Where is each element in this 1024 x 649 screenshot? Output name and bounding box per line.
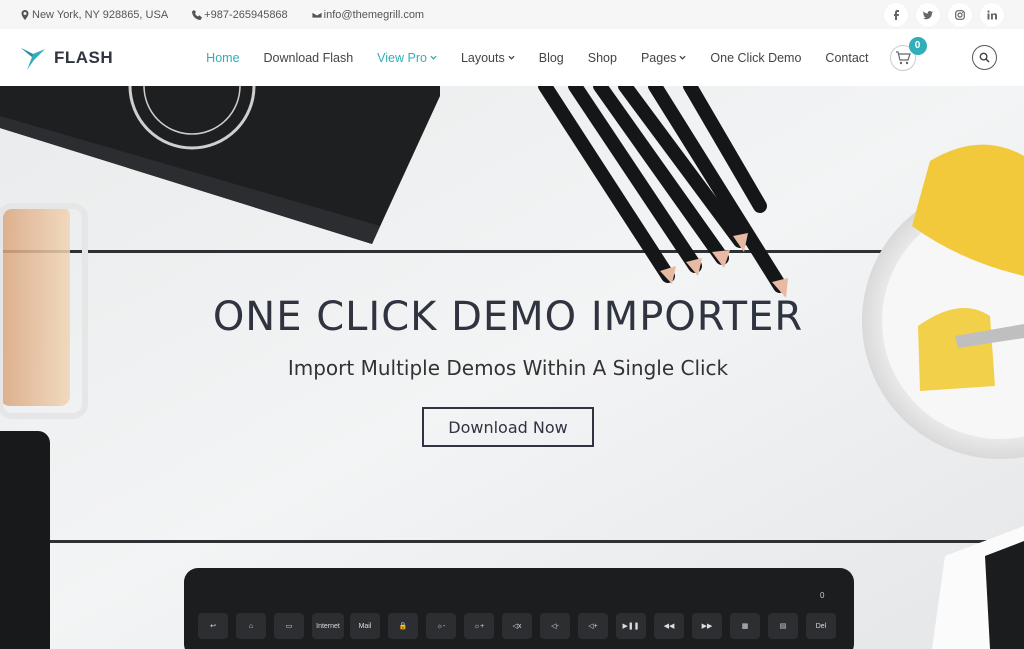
hero-title: ONE CLICK DEMO IMPORTER bbox=[212, 294, 804, 340]
nav-item-pages[interactable]: Pages bbox=[640, 50, 687, 65]
search-icon bbox=[979, 52, 990, 63]
nav-label: Pages bbox=[640, 50, 677, 65]
nav-item-contact[interactable]: Contact bbox=[825, 51, 868, 65]
address-item: New York, NY 928865, USA bbox=[20, 9, 168, 21]
instagram-icon[interactable] bbox=[948, 2, 972, 27]
keyboard-key: ☼- bbox=[426, 613, 456, 639]
linkedin-icon[interactable] bbox=[980, 2, 1004, 27]
nav-item-layouts[interactable]: Layouts bbox=[461, 51, 515, 65]
twitter-icon[interactable] bbox=[916, 2, 940, 27]
keyboard-key: ☼+ bbox=[464, 613, 494, 639]
keyboard-key: ▶▶ bbox=[692, 613, 722, 639]
nav-label: Blog bbox=[538, 50, 564, 65]
download-now-button[interactable]: Download Now bbox=[422, 407, 594, 447]
search-button[interactable] bbox=[972, 45, 997, 70]
nav-label: View Pro bbox=[377, 50, 427, 65]
keyboard-key: ⌂ bbox=[236, 613, 266, 639]
nav-item-one-click-demo[interactable]: One Click Demo bbox=[710, 51, 801, 65]
keyboard-status-label: 0 bbox=[820, 591, 825, 600]
chevron-down-icon bbox=[430, 55, 437, 60]
nav-label: Shop bbox=[587, 50, 617, 65]
hero-banner: ONE CLICK DEMO IMPORTER Import Multiple … bbox=[0, 86, 1024, 649]
keyboard-key: ◀◀ bbox=[654, 613, 684, 639]
nav-label: Home bbox=[206, 50, 240, 65]
email-text[interactable]: info@themegrill.com bbox=[324, 9, 424, 21]
keyboard-key: ▤ bbox=[768, 613, 798, 639]
envelope-icon bbox=[311, 11, 322, 18]
nav-item-download-flash[interactable]: Download Flash bbox=[264, 51, 354, 65]
nav-label: Layouts bbox=[460, 50, 505, 65]
keyboard-key: ↩ bbox=[198, 613, 228, 639]
keyboard-key: ▶❚❚ bbox=[616, 613, 646, 639]
keyboard-key: ▦ bbox=[730, 613, 760, 639]
keyboard-key: ◁+ bbox=[578, 613, 608, 639]
nav-label: One Click Demo bbox=[710, 50, 802, 65]
nav-item-shop[interactable]: Shop bbox=[588, 51, 617, 65]
phone-icon bbox=[192, 9, 203, 20]
cart-icon bbox=[895, 50, 911, 64]
keyboard-key: ◁x bbox=[502, 613, 532, 639]
hero-subtitle: Import Multiple Demos Within A Single Cl… bbox=[287, 356, 729, 380]
email-item[interactable]: info@themegrill.com bbox=[311, 9, 424, 21]
phone-item: +987-265945868 bbox=[192, 9, 288, 21]
map-marker-icon bbox=[21, 9, 29, 20]
nav-label: Contact bbox=[825, 50, 869, 65]
contact-info: New York, NY 928865, USA +987-265945868 … bbox=[20, 9, 424, 21]
social-links bbox=[884, 2, 1004, 27]
main-nav: Home Download Flash View Pro Layouts Blo… bbox=[206, 36, 927, 71]
keyboard-key-del: Del bbox=[806, 613, 836, 639]
chevron-down-icon bbox=[508, 55, 515, 60]
nav-label: Download Flash bbox=[263, 50, 354, 65]
top-bar: New York, NY 928865, USA +987-265945868 … bbox=[0, 0, 1024, 29]
keyboard-key: 🔒 bbox=[388, 613, 418, 639]
logo-text: FLASH bbox=[54, 47, 114, 67]
site-header: FLASH Home Download Flash View Pro Layou… bbox=[0, 29, 1024, 86]
keyboard-key-internet: Internet bbox=[312, 613, 344, 639]
address-text: New York, NY 928865, USA bbox=[32, 8, 169, 21]
flash-logo-icon bbox=[21, 47, 45, 70]
cart-count-badge: 0 bbox=[908, 36, 927, 55]
nav-item-blog[interactable]: Blog bbox=[539, 51, 564, 65]
facebook-icon[interactable] bbox=[884, 2, 908, 27]
phone-text: +987-265945868 bbox=[204, 8, 288, 21]
cart-button[interactable]: 0 bbox=[889, 36, 927, 71]
keyboard-key: ▭ bbox=[274, 613, 304, 639]
keyboard-key-mail: Mail bbox=[350, 613, 380, 639]
nav-item-home[interactable]: Home bbox=[206, 51, 239, 65]
chevron-down-icon bbox=[679, 55, 687, 60]
site-logo[interactable]: FLASH bbox=[20, 45, 113, 71]
keyboard-key: ◁- bbox=[540, 613, 570, 639]
nav-item-view-pro[interactable]: View Pro bbox=[377, 51, 437, 65]
